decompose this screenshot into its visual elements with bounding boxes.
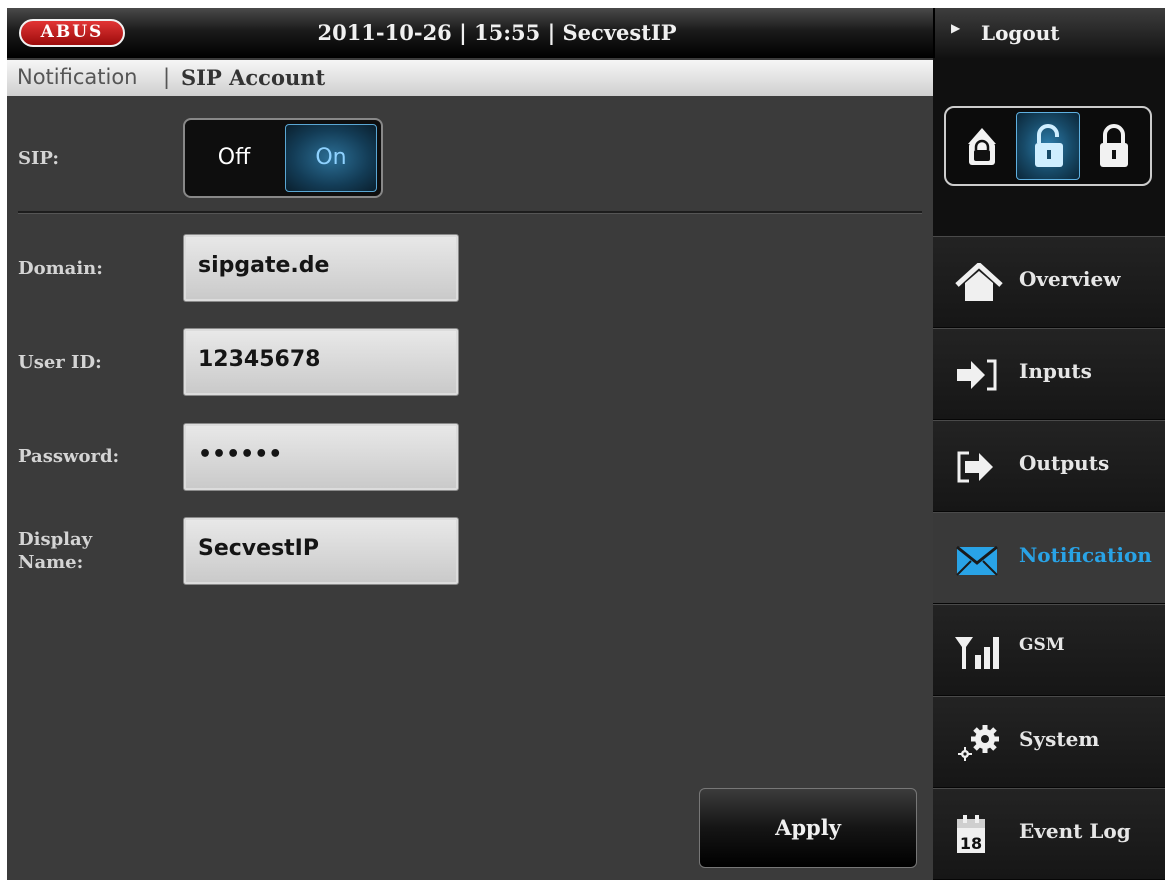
- nav-label: GSM: [1019, 635, 1065, 655]
- nav-label: Notification: [1019, 543, 1152, 567]
- nav-gsm[interactable]: GSM: [933, 604, 1165, 696]
- nav-overview[interactable]: Overview: [933, 236, 1165, 328]
- arm-state-selector: [944, 106, 1152, 186]
- sip-on-option[interactable]: On: [285, 124, 377, 192]
- breadcrumb: Notification | SIP Account: [7, 60, 933, 96]
- sip-off-option[interactable]: Off: [185, 120, 283, 196]
- signal-icon: [953, 631, 1005, 671]
- output-arrow-icon: [953, 447, 1005, 487]
- sip-toggle[interactable]: Off On: [183, 118, 383, 198]
- lock-closed-icon[interactable]: [1082, 112, 1146, 180]
- domain-field[interactable]: sipgate.de: [183, 234, 459, 302]
- display-name-field[interactable]: SecvestIP: [183, 517, 459, 585]
- user-id-field[interactable]: 12345678: [183, 328, 459, 396]
- app-screen: ABUS 2011-10-26 | 15:55 | SecvestIP ▶ Lo…: [7, 8, 1165, 880]
- nav-outputs[interactable]: Outputs: [933, 420, 1165, 512]
- display-name-label-line1: Display: [18, 529, 93, 550]
- display-name-label: Display Name:: [18, 528, 92, 574]
- domain-label: Domain:: [18, 258, 103, 279]
- nav-notification[interactable]: Notification: [933, 512, 1165, 604]
- input-arrow-icon: [953, 355, 1005, 395]
- logout-label: Logout: [981, 21, 1060, 45]
- nav-label: Outputs: [1019, 451, 1110, 475]
- password-field[interactable]: ••••••: [183, 423, 459, 491]
- logout-button[interactable]: ▶ Logout: [933, 8, 1165, 58]
- breadcrumb-separator: |: [163, 65, 171, 89]
- nav-system[interactable]: System: [933, 696, 1165, 788]
- calendar-icon-day: 18: [960, 834, 982, 853]
- nav-event-log[interactable]: 18 Event Log: [933, 788, 1165, 880]
- breadcrumb-parent[interactable]: Notification: [17, 65, 138, 89]
- nav-label: Inputs: [1019, 359, 1092, 383]
- abus-logo: ABUS: [19, 19, 125, 47]
- nav-label: Event Log: [1019, 819, 1131, 843]
- nav-label: Overview: [1019, 267, 1121, 291]
- home-icon: [953, 261, 1005, 303]
- nav-inputs[interactable]: Inputs: [933, 328, 1165, 420]
- divider: [18, 211, 922, 214]
- breadcrumb-current: SIP Account: [181, 65, 326, 90]
- top-bar: ABUS 2011-10-26 | 15:55 | SecvestIP: [7, 8, 933, 58]
- arm-state-panel: [933, 58, 1165, 236]
- display-name-label-line2: Name:: [18, 552, 84, 573]
- gears-icon: [953, 723, 1005, 763]
- password-label: Password:: [18, 446, 120, 467]
- sip-label: SIP:: [18, 148, 59, 169]
- date-time-device: 2011-10-26 | 15:55 | SecvestIP: [317, 20, 677, 45]
- triangle-right-icon: ▶: [951, 21, 961, 35]
- lock-closed-icon[interactable]: [950, 112, 1014, 180]
- envelope-icon: [953, 539, 1005, 579]
- user-id-label: User ID:: [18, 352, 102, 373]
- lock-open-icon[interactable]: [1016, 112, 1080, 180]
- apply-button[interactable]: Apply: [699, 788, 917, 868]
- calendar-icon: 18: [953, 815, 1005, 855]
- nav-label: System: [1019, 727, 1100, 751]
- sidebar: Overview Inputs Outputs Notification GSM…: [933, 58, 1165, 880]
